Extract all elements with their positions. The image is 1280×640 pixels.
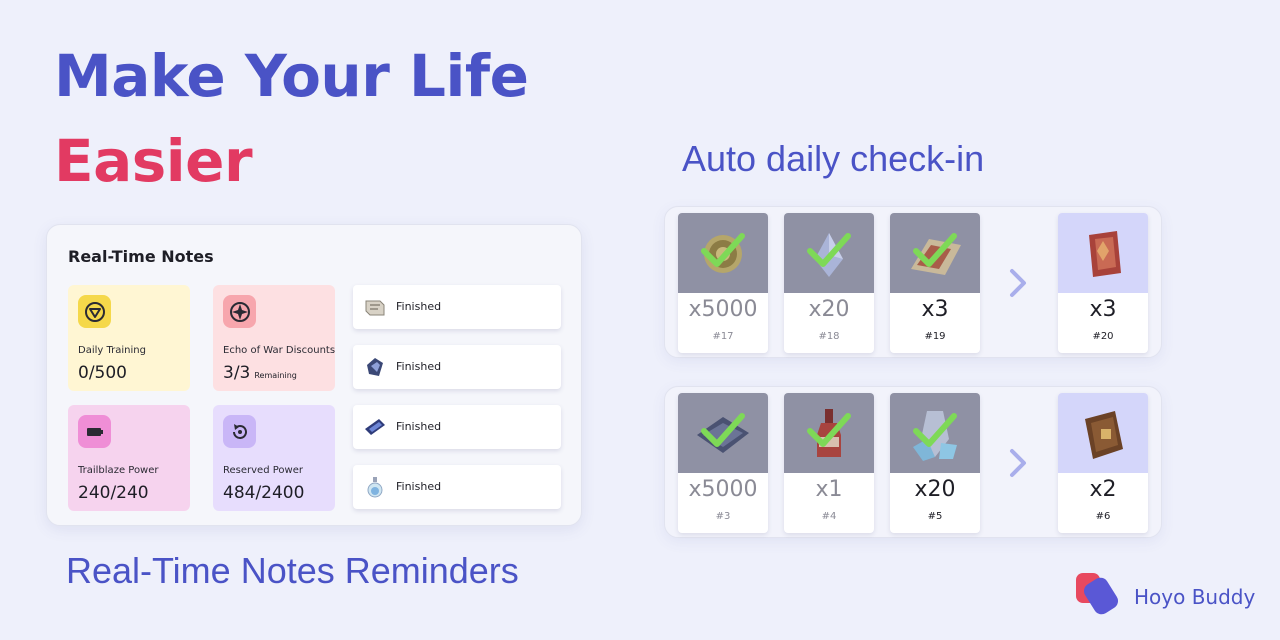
reward-day: #5 bbox=[927, 511, 943, 522]
daily-training-icon bbox=[78, 295, 111, 328]
reserve-restore-icon bbox=[223, 415, 256, 448]
echo-of-war-label: Echo of War Discounts bbox=[223, 345, 336, 356]
reward-image bbox=[678, 213, 768, 293]
expedition-status: Finished bbox=[396, 300, 442, 313]
reward-day: #20 bbox=[1092, 331, 1114, 342]
reward-image bbox=[890, 213, 980, 293]
reward-day: #6 bbox=[1095, 511, 1111, 522]
trailblaze-power-tile: Trailblaze Power 240/240 bbox=[68, 405, 190, 511]
expedition-status: Finished bbox=[396, 420, 442, 433]
reward-card: x20 #18 bbox=[784, 213, 874, 353]
reward-image bbox=[678, 393, 768, 473]
reward-image bbox=[784, 213, 874, 293]
checkin-panel-2: x5000 #3 x1 #4 x20 #5 x2 #6 bbox=[664, 386, 1162, 538]
chevron-right-icon bbox=[1010, 449, 1026, 477]
expedition-row: Finished bbox=[353, 285, 561, 329]
echo-of-war-value-wrap: 3/3 Remaining bbox=[223, 363, 297, 383]
reward-day: #19 bbox=[924, 331, 946, 342]
potion-icon bbox=[367, 477, 383, 498]
reward-quantity: x20 bbox=[914, 477, 956, 502]
brand-name: Hoyo Buddy bbox=[1134, 585, 1256, 609]
daily-training-tile: Daily Training 0/500 bbox=[68, 285, 190, 391]
reward-card-next: x2 #6 bbox=[1058, 393, 1148, 533]
real-time-notes-card: Real-Time Notes Daily Training 0/500 Ech… bbox=[46, 224, 582, 526]
reward-day: #4 bbox=[821, 511, 837, 522]
expedition-row: Finished bbox=[353, 465, 561, 509]
hoyo-buddy-logo-icon bbox=[1076, 573, 1119, 615]
reward-image bbox=[890, 393, 980, 473]
echo-of-war-icon bbox=[223, 295, 256, 328]
echo-of-war-sub: Remaining bbox=[254, 371, 297, 380]
expedition-status: Finished bbox=[396, 360, 442, 373]
reward-card: x5000 #17 bbox=[678, 213, 768, 353]
echo-of-war-tile: Echo of War Discounts 3/3 Remaining bbox=[213, 285, 335, 391]
battery-icon bbox=[78, 415, 111, 448]
reward-card-today: x20 #5 bbox=[890, 393, 980, 533]
reserved-power-value: 484/2400 bbox=[223, 483, 305, 503]
check-icon bbox=[807, 233, 851, 267]
checkin-panel-1: x5000 #17 x20 #18 x3 #19 x3 #20 bbox=[664, 206, 1162, 358]
expedition-row: Finished bbox=[353, 345, 561, 389]
reward-image bbox=[784, 393, 874, 473]
reward-quantity: x20 bbox=[808, 297, 850, 322]
gauntlet-icon bbox=[367, 358, 383, 376]
scroll-relic-icon bbox=[365, 300, 385, 316]
trailblaze-power-value: 240/240 bbox=[78, 483, 149, 503]
brown-book-icon bbox=[1085, 411, 1123, 459]
ticket-icon bbox=[365, 419, 385, 435]
reserved-power-tile: Reserved Power 484/2400 bbox=[213, 405, 335, 511]
red-book-icon bbox=[1089, 231, 1121, 277]
reward-quantity: x5000 bbox=[688, 477, 758, 502]
check-icon bbox=[913, 233, 957, 267]
check-icon bbox=[701, 413, 745, 447]
hero-title-line2: Easier bbox=[54, 127, 253, 195]
reward-quantity: x3 bbox=[921, 297, 949, 322]
checkin-section-title: Auto daily check-in bbox=[682, 138, 985, 179]
reward-card-today: x3 #19 bbox=[890, 213, 980, 353]
expedition-status: Finished bbox=[396, 480, 442, 493]
check-icon bbox=[701, 233, 745, 267]
reward-card-next: x3 #20 bbox=[1058, 213, 1148, 353]
reward-day: #17 bbox=[712, 331, 734, 342]
hero-title-line1: Make Your Life bbox=[54, 42, 529, 110]
check-icon bbox=[807, 413, 851, 447]
notes-heading: Real-Time Notes bbox=[68, 247, 214, 266]
reward-image bbox=[1058, 393, 1148, 473]
reserved-power-label: Reserved Power bbox=[223, 465, 303, 476]
brand: Hoyo Buddy bbox=[1076, 571, 1266, 617]
reward-quantity: x5000 bbox=[688, 297, 758, 322]
chevron-right-icon bbox=[1010, 269, 1026, 297]
trailblaze-power-label: Trailblaze Power bbox=[78, 465, 159, 476]
check-icon bbox=[913, 413, 957, 447]
reward-quantity: x2 bbox=[1089, 477, 1117, 502]
reward-card: x1 #4 bbox=[784, 393, 874, 533]
echo-of-war-value: 3/3 bbox=[223, 363, 251, 383]
expedition-row: Finished bbox=[353, 405, 561, 449]
reward-quantity: x1 bbox=[815, 477, 843, 502]
reward-day: #18 bbox=[818, 331, 840, 342]
notes-section-title: Real-Time Notes Reminders bbox=[66, 550, 519, 591]
daily-training-value: 0/500 bbox=[78, 363, 127, 383]
reward-card: x5000 #3 bbox=[678, 393, 768, 533]
reward-day: #3 bbox=[715, 511, 731, 522]
reward-quantity: x3 bbox=[1089, 297, 1117, 322]
reward-image bbox=[1058, 213, 1148, 293]
daily-training-label: Daily Training bbox=[78, 345, 146, 356]
